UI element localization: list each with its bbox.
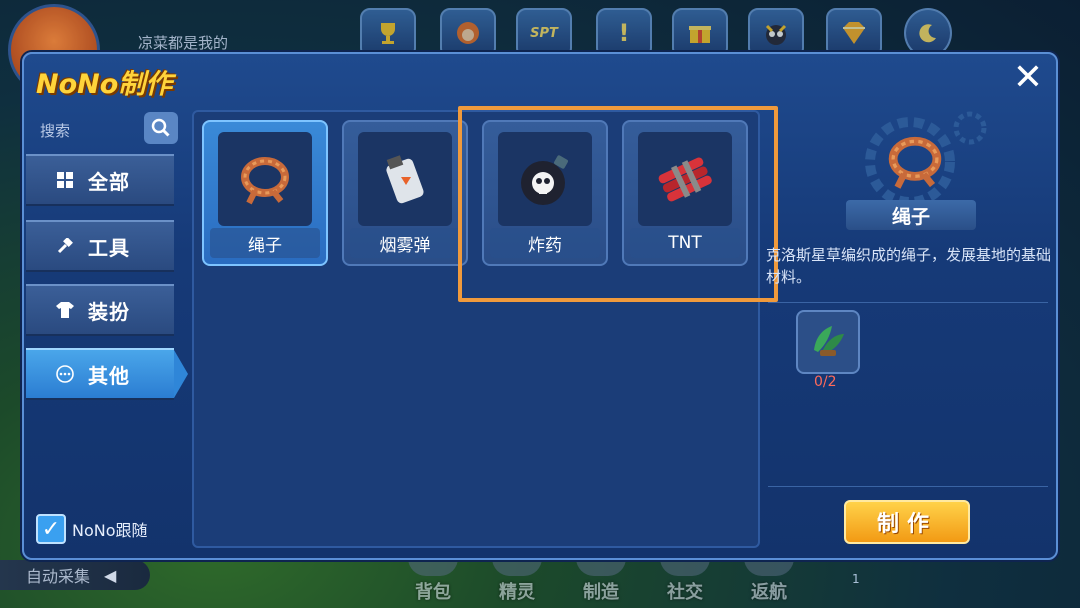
checkmark-icon: ✓ [41,516,61,542]
more-icon [56,365,74,383]
moon-icon[interactable] [904,8,952,58]
tab-label: 其他 [88,363,130,388]
grass-bundle-icon [814,326,844,356]
detail-item-name: 绳子 [846,200,976,230]
spt-label: SPT [530,25,558,41]
search-button[interactable] [144,112,178,144]
minimap-count: 1 [852,572,860,586]
divider [768,302,1048,303]
crafting-panel: NoNo制作 ✕ 搜索 全部 工具 装扮 其他 ✓ NoNo跟随 绳子 烟雾弹 … [22,52,1058,560]
tab-all[interactable]: 全部 [26,154,174,206]
material-count: 0/2 [814,374,837,390]
panel-title: NoNo制作 [36,69,173,100]
nav-label: 返航 [751,582,787,603]
nav-label: 背包 [415,582,451,603]
gem-icon[interactable] [826,8,882,58]
tab-label: 工具 [88,235,130,260]
player-status-text: 凉菜都是我的 [138,34,229,52]
close-icon: ✕ [1012,57,1044,98]
auto-collect-label: 自动采集 [26,567,91,586]
material-slot[interactable] [796,310,860,374]
tab-other[interactable]: 其他 [26,348,188,400]
item-name: 烟雾弹 [350,228,460,258]
detail-description: 克洛斯星草编织成的绳子，发展基地的基础材料。 [766,246,1052,286]
hammer-icon [56,237,74,255]
craft-button[interactable]: 制作 [844,500,970,544]
item-name: 绳子 [210,228,320,258]
close-button[interactable]: ✕ [1010,60,1046,96]
tutorial-highlight [458,106,778,302]
follow-label: NoNo跟随 [72,521,148,540]
tab-label: 装扮 [88,299,130,324]
trophy-icon[interactable] [360,8,416,58]
rope-icon [888,136,942,189]
search-field[interactable]: 搜索 [32,112,178,146]
item-smoke-bomb[interactable]: 烟雾弹 [342,120,468,266]
detail-item-image [880,126,950,200]
gift-icon[interactable] [672,8,728,58]
search-placeholder: 搜索 [40,122,71,140]
rope-icon [218,132,312,226]
grid-icon [56,171,74,189]
top-hud: 凉菜都是我的 SPT ! [0,0,1080,96]
nav-label: 制造 [583,582,619,603]
smoke-bomb-icon [358,132,452,226]
nav-label: 精灵 [499,582,535,603]
auto-collect-button[interactable]: 自动采集 ◀ [0,560,150,590]
shirt-icon [56,301,74,319]
follow-checkbox[interactable]: ✓ [36,514,66,544]
nav-label: 社交 [667,582,703,603]
divider [768,486,1048,487]
chevron-left-icon: ◀ [104,565,117,585]
alert-icon[interactable]: ! [596,8,652,58]
tab-tools[interactable]: 工具 [26,220,174,272]
item-rope[interactable]: 绳子 [202,120,328,266]
alert-label: ! [618,19,630,47]
tab-label: 全部 [88,169,130,194]
monkey-icon[interactable] [440,8,496,58]
spt-badge-icon[interactable]: SPT [516,8,572,58]
search-icon [151,118,170,137]
nono-follow-toggle[interactable]: ✓ NoNo跟随 [36,514,148,544]
tab-outfit[interactable]: 装扮 [26,284,174,336]
creature-icon[interactable] [748,8,804,58]
